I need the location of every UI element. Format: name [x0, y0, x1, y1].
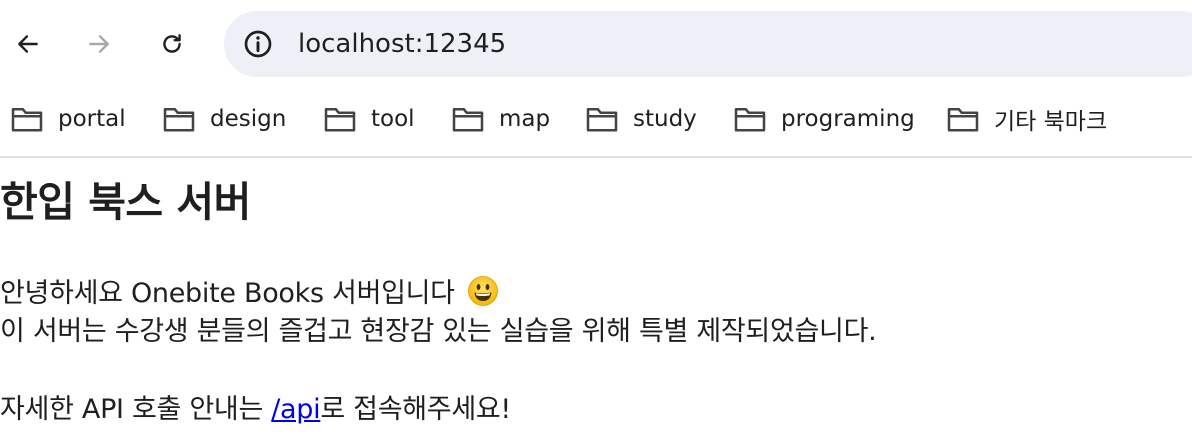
url-text: localhost:12345 — [298, 29, 507, 59]
bookmark-label: 기타 북마크 — [994, 109, 1108, 135]
arrow-left-icon — [18, 35, 38, 53]
greeting-line: 안녕하세요 Onebite Books 서버입니다 — [0, 275, 499, 313]
bookmarks-bar: portal design tool map study programing … — [0, 86, 1192, 158]
bookmark-folder-programing[interactable]: programing — [733, 102, 915, 136]
description-text: 이 서버는 수강생 분들의 즐겁고 현장감 있는 실습을 위해 특별 제작되었습… — [0, 316, 877, 347]
bookmark-label: programing — [781, 106, 915, 132]
api-guide-prefix: 자세한 API 호출 안내는 — [0, 394, 272, 425]
folder-icon — [734, 107, 766, 132]
bookmark-label: design — [210, 106, 287, 132]
bookmark-folder-tool[interactable]: tool — [323, 102, 415, 136]
folder-icon — [947, 107, 979, 132]
forward-button[interactable] — [81, 26, 117, 62]
browser-toolbar: localhost:12345 — [0, 0, 1192, 86]
bookmark-label: study — [633, 106, 697, 132]
api-guide-suffix: 로 접속해주세요! — [320, 394, 511, 425]
bookmark-folder-other[interactable]: 기타 북마크 — [946, 102, 1107, 136]
folder-icon — [452, 107, 484, 132]
grinning-face-emoji-icon — [468, 276, 498, 306]
address-bar[interactable]: localhost:12345 — [224, 11, 1192, 77]
folder-icon — [11, 107, 43, 132]
greeting-text: 안녕하세요 Onebite Books 서버입니다 — [0, 278, 455, 309]
page-title: 한입 북스 서버 — [0, 178, 251, 226]
bookmark-folder-study[interactable]: study — [585, 102, 697, 136]
back-button[interactable] — [10, 26, 46, 62]
bookmark-label: portal — [58, 106, 126, 132]
info-circle-icon[interactable] — [242, 28, 274, 60]
folder-icon — [163, 107, 195, 132]
api-guide-line: 자세한 API 호출 안내는 /api로 접속해주세요! — [0, 391, 511, 429]
reload-button[interactable] — [154, 26, 190, 62]
arrow-right-icon — [89, 35, 109, 53]
bookmark-folder-design[interactable]: design — [162, 102, 286, 136]
bookmark-label: map — [499, 106, 551, 132]
bookmark-folder-portal[interactable]: portal — [10, 102, 126, 136]
api-link[interactable]: /api — [271, 394, 320, 425]
folder-icon — [324, 107, 356, 132]
reload-icon — [163, 34, 181, 53]
folder-icon — [586, 107, 618, 132]
bookmark-folder-map[interactable]: map — [451, 102, 550, 136]
bookmark-label: tool — [371, 106, 415, 132]
